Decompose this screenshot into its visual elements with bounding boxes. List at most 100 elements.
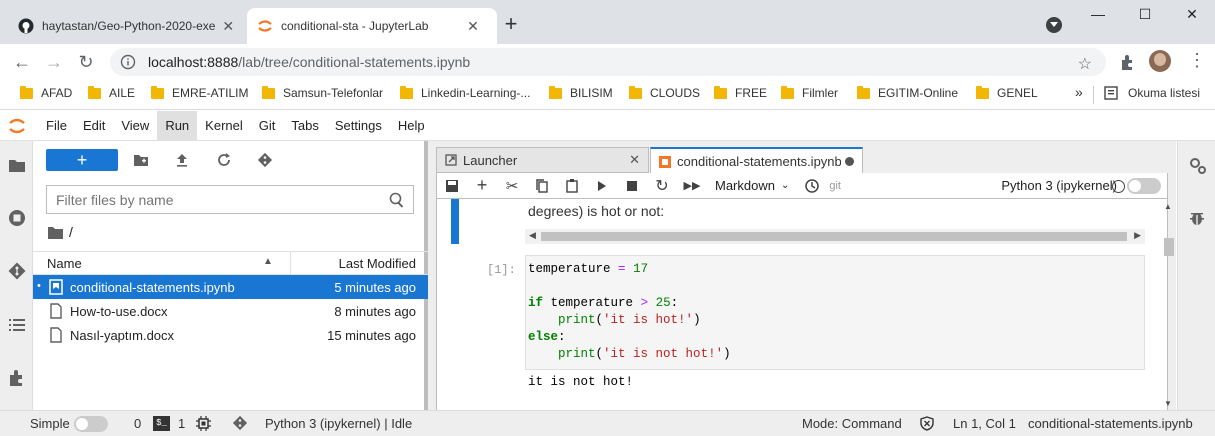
maximize-button[interactable]: ☐	[1130, 6, 1160, 26]
run-icon[interactable]	[587, 173, 617, 199]
stop-icon[interactable]	[617, 173, 647, 199]
table-of-contents-icon[interactable]	[8, 316, 26, 334]
cursor-position[interactable]: Ln 1, Col 1	[953, 416, 1016, 431]
close-icon[interactable]: ✕	[629, 152, 640, 168]
close-icon[interactable]: ✕	[221, 18, 237, 34]
menu-edit[interactable]: Edit	[75, 111, 113, 141]
menu-view[interactable]: View	[113, 111, 157, 141]
bookmark-folder[interactable]: EMRE-ATILIM	[151, 85, 249, 100]
gear-icon[interactable]	[1189, 157, 1207, 175]
reading-list-button[interactable]: Okuma listesi	[1104, 86, 1200, 100]
git-icon[interactable]	[232, 415, 248, 431]
bookmark-label: EMRE-ATILIM	[172, 86, 249, 100]
bookmark-folder[interactable]: BILISIM	[549, 85, 613, 100]
terminal-count[interactable]: 0	[134, 416, 141, 431]
bug-icon[interactable]	[1189, 209, 1205, 227]
bookmark-folder[interactable]: Linkedin-Learning-...	[400, 85, 530, 100]
scrollbar-thumb[interactable]	[1164, 238, 1174, 256]
bookmark-folder[interactable]: EGITIM-Online	[857, 85, 958, 100]
git-clone-icon[interactable]	[257, 152, 273, 168]
bookmark-star-icon[interactable]: ☆	[1078, 54, 1092, 74]
simple-mode-toggle[interactable]	[74, 416, 108, 432]
new-folder-icon[interactable]	[133, 152, 149, 168]
scrollbar-thumb[interactable]	[541, 232, 1127, 241]
close-icon[interactable]: ✕	[465, 18, 481, 34]
restart-icon[interactable]: ↻	[647, 173, 677, 199]
kernel-status[interactable]: Python 3 (ipykernel) | Idle	[265, 416, 412, 431]
file-row[interactable]: Nasıl-yaptım.docx 15 minutes ago	[33, 323, 428, 347]
kernel-name[interactable]: Python 3 (ipykernel)	[1001, 178, 1117, 193]
horizontal-scrollbar[interactable]: ◀ ▶	[525, 229, 1145, 244]
running-icon[interactable]	[8, 209, 26, 227]
new-launcher-button[interactable]: +	[46, 149, 118, 171]
git-icon[interactable]	[8, 262, 26, 280]
kernel-count[interactable]: 1	[178, 416, 185, 431]
menu-tabs[interactable]: Tabs	[283, 111, 326, 141]
scroll-left-icon[interactable]: ◀	[529, 230, 536, 241]
avatar[interactable]	[1149, 50, 1171, 72]
filter-files-input[interactable]	[46, 185, 414, 214]
forward-icon[interactable]: →	[44, 52, 64, 72]
upload-icon[interactable]	[174, 152, 190, 168]
folder-icon[interactable]	[8, 156, 26, 174]
cut-icon[interactable]: ✂	[497, 173, 527, 199]
paste-icon[interactable]	[557, 173, 587, 199]
tab-launcher[interactable]: Launcher ✕	[436, 147, 649, 173]
folder-icon[interactable]	[48, 226, 63, 239]
menu-settings[interactable]: Settings	[327, 111, 390, 141]
file-row[interactable]: How-to-use.docx 8 minutes ago	[33, 299, 428, 323]
menu-file[interactable]: File	[38, 111, 75, 141]
save-icon[interactable]	[437, 173, 467, 199]
tab-search-icon[interactable]	[1046, 17, 1062, 33]
scroll-up-icon[interactable]: ▲	[1164, 202, 1172, 211]
code-cell-editor[interactable]: temperature = 17 if temperature > 25: pr…	[525, 255, 1145, 370]
column-name-header[interactable]: Name	[47, 256, 82, 271]
browser-tab-jupyter[interactable]: conditional-sta - JupyterLab ✕	[247, 8, 497, 44]
add-cell-icon[interactable]: +	[467, 173, 497, 199]
browser-menu-icon[interactable]: ⋮	[1188, 51, 1206, 69]
unsaved-dot-icon[interactable]	[845, 157, 854, 166]
extensions-icon[interactable]	[8, 369, 26, 387]
tab-notebook[interactable]: conditional-statements.ipynb	[650, 147, 863, 174]
window-close-button[interactable]: ✕	[1177, 6, 1207, 26]
extensions-icon[interactable]	[1119, 53, 1137, 71]
fast-forward-icon[interactable]: ▶▶	[677, 173, 707, 199]
folder-icon	[400, 85, 413, 99]
file-row[interactable]: • conditional-statements.ipynb 5 minutes…	[33, 275, 428, 299]
bookmark-folder[interactable]: Filmler	[781, 85, 838, 100]
debugger-toggle[interactable]	[1127, 178, 1161, 194]
bookmark-folder[interactable]: CLOUDS	[629, 85, 700, 100]
bookmark-folder[interactable]: GENEL	[976, 85, 1038, 100]
clock-icon[interactable]	[797, 173, 827, 199]
url-field[interactable]: localhost:8888/lab/tree/conditional-stat…	[110, 48, 1106, 76]
copy-icon[interactable]	[527, 173, 557, 199]
reload-icon[interactable]: ↻	[76, 52, 96, 72]
refresh-icon[interactable]	[216, 152, 232, 168]
vertical-scrollbar[interactable]: ▲ ▼	[1160, 200, 1176, 410]
browser-tab-github[interactable]: haytastan/Geo-Python-2020-exer ✕	[8, 8, 246, 44]
jupyter-icon	[258, 20, 272, 32]
breadcrumb-path[interactable]: /	[69, 224, 73, 240]
cell-type-dropdown[interactable]: Markdown ⌄	[715, 178, 789, 193]
bookmark-folder[interactable]: AILE	[88, 85, 135, 100]
menu-help[interactable]: Help	[390, 111, 433, 141]
git-label[interactable]: git	[829, 180, 841, 192]
menu-kernel[interactable]: Kernel	[197, 111, 251, 141]
bookmark-folder[interactable]: AFAD	[20, 85, 72, 100]
menu-run[interactable]: Run	[157, 110, 198, 141]
menu-git[interactable]: Git	[251, 111, 284, 141]
new-tab-button[interactable]: +	[500, 13, 522, 36]
more-bookmarks-button[interactable]: »	[1075, 84, 1083, 100]
scroll-right-icon[interactable]: ▶	[1134, 230, 1141, 241]
scroll-down-icon[interactable]: ▼	[1164, 399, 1172, 408]
bookmark-folder[interactable]: FREE	[714, 85, 767, 100]
filter-files-field[interactable]	[56, 191, 376, 208]
minimize-button[interactable]: —	[1083, 6, 1113, 26]
folder-icon	[262, 85, 275, 99]
column-modified-header[interactable]: Last Modified	[339, 256, 416, 271]
shield-icon[interactable]	[920, 416, 934, 431]
github-icon	[18, 18, 34, 34]
file-modified: 5 minutes ago	[334, 280, 416, 295]
bookmark-folder[interactable]: Samsun-Telefonlar	[262, 85, 383, 100]
back-icon[interactable]: ←	[12, 52, 32, 72]
